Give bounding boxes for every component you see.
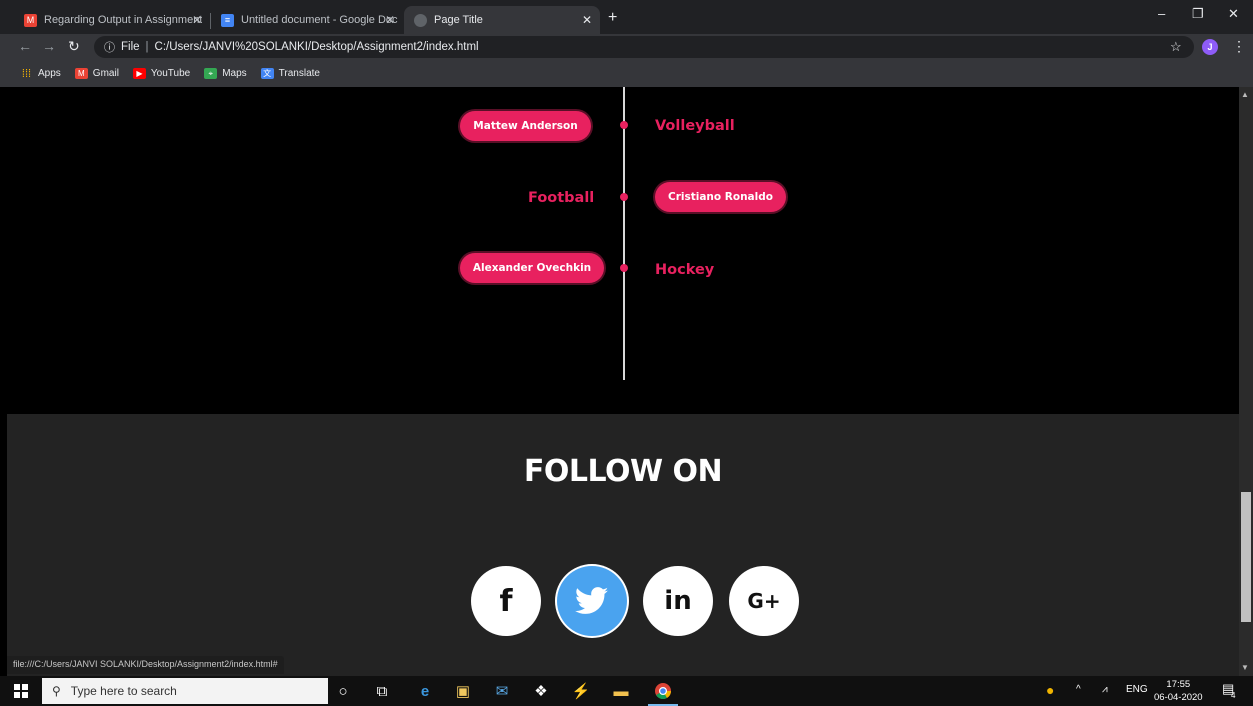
help-icon[interactable]: ● bbox=[1046, 682, 1054, 698]
timeline-axis bbox=[623, 87, 625, 380]
gmail-icon: M bbox=[74, 68, 88, 79]
facebook-icon[interactable]: f bbox=[471, 566, 541, 636]
bookmark-label: Gmail bbox=[92, 68, 119, 79]
tab-title: Regarding Output in Assignment bbox=[44, 14, 203, 26]
taskbar-search-box[interactable]: ⚲ Type here to search bbox=[42, 678, 328, 704]
bookmark-maps[interactable]: ⌖ Maps bbox=[204, 68, 247, 79]
scheme-label: File bbox=[121, 41, 140, 53]
file-explorer-icon[interactable]: ▬ bbox=[610, 681, 632, 701]
menu-kebab-icon[interactable]: ⋮ bbox=[1232, 38, 1246, 55]
close-tab-icon[interactable]: ✕ bbox=[582, 13, 592, 27]
bookmark-label: YouTube bbox=[150, 68, 191, 79]
dropbox-icon[interactable]: ❖ bbox=[530, 681, 552, 701]
bookmark-apps[interactable]: ⁞⁞⁞ Apps bbox=[20, 67, 61, 80]
clock-date: 06-04-2020 bbox=[1154, 692, 1203, 703]
bookmark-label: Translate bbox=[278, 68, 320, 79]
back-arrow-icon[interactable]: ← bbox=[18, 38, 32, 54]
scroll-down-arrow-icon[interactable]: ▼ bbox=[1241, 663, 1249, 672]
gmail-icon: M bbox=[24, 13, 37, 27]
status-bar: file:///C:/Users/JANVI SOLANKI/Desktop/A… bbox=[7, 656, 284, 674]
bookmarks-bar: ⁞⁞⁞ Apps M Gmail ▶ YouTube ⌖ Maps 文 Tran… bbox=[0, 60, 1253, 87]
mail-icon[interactable]: ✉ bbox=[491, 681, 513, 701]
close-tab-icon[interactable]: ✕ bbox=[385, 13, 395, 27]
chrome-icon[interactable] bbox=[648, 681, 678, 706]
address-bar[interactable]: ⓘ File | C:/Users/JANVI%20SOLANKI/Deskto… bbox=[94, 36, 1194, 58]
twitter-bird-icon bbox=[575, 587, 609, 614]
apps-grid-icon: ⁞⁞⁞ bbox=[21, 67, 32, 80]
scrollbar-thumb[interactable] bbox=[1241, 492, 1251, 622]
minimize-button[interactable]: – bbox=[1158, 6, 1165, 21]
timeline-section: Mattew Anderson Volleyball Football Cris… bbox=[7, 87, 1239, 414]
timeline-sport-label: Hockey bbox=[655, 262, 715, 278]
scroll-up-arrow-icon[interactable]: ▲ bbox=[1241, 90, 1249, 99]
power-automate-icon[interactable]: ⚡ bbox=[570, 681, 592, 701]
page-viewport: Mattew Anderson Volleyball Football Cris… bbox=[7, 87, 1239, 676]
tab-title: Page Title bbox=[434, 14, 483, 26]
timeline-dot bbox=[620, 264, 628, 272]
show-hidden-icons-icon[interactable]: ^ bbox=[1076, 684, 1081, 695]
linkedin-icon[interactable]: in bbox=[643, 566, 713, 636]
timeline-sport-label: Football bbox=[528, 190, 595, 206]
google-plus-icon[interactable]: G+ bbox=[729, 566, 799, 636]
timeline-player-pill[interactable]: Cristiano Ronaldo bbox=[655, 182, 786, 212]
taskbar-clock[interactable]: 17:55 06-04-2020 bbox=[1154, 678, 1203, 704]
close-tab-icon[interactable]: ✕ bbox=[192, 13, 202, 27]
timeline-player-pill[interactable]: Mattew Anderson bbox=[460, 111, 591, 141]
notification-count: 4 bbox=[1231, 691, 1236, 700]
network-icon[interactable]: ⩘ bbox=[1102, 684, 1108, 695]
timeline-sport-label: Volleyball bbox=[655, 118, 735, 134]
timeline-player-pill[interactable]: Alexander Ovechkin bbox=[460, 253, 604, 283]
bookmark-label: Maps bbox=[222, 68, 247, 79]
windows-start-icon[interactable] bbox=[14, 684, 28, 698]
bookmark-gmail[interactable]: M Gmail bbox=[74, 68, 119, 79]
url-text: C:/Users/JANVI%20SOLANKI/Desktop/Assignm… bbox=[154, 41, 479, 53]
timeline-dot bbox=[620, 121, 628, 129]
profile-avatar[interactable]: J bbox=[1202, 39, 1218, 55]
language-indicator[interactable]: ENG bbox=[1126, 684, 1148, 695]
tab-page-title[interactable]: Page Title ✕ bbox=[404, 6, 600, 34]
bookmark-star-icon[interactable]: ☆ bbox=[1170, 39, 1182, 55]
address-separator: | bbox=[145, 41, 149, 53]
tab-strip: M Regarding Output in Assignment ✕ ≡ Unt… bbox=[0, 0, 1253, 34]
bookmark-translate[interactable]: 文 Translate bbox=[260, 68, 320, 79]
follow-section: FOLLOW ON f in G+ bbox=[7, 414, 1239, 676]
search-placeholder: Type here to search bbox=[70, 684, 177, 698]
search-icon: ⚲ bbox=[52, 684, 61, 698]
forward-arrow-icon[interactable]: → bbox=[42, 38, 56, 54]
new-tab-button[interactable]: + bbox=[608, 9, 617, 27]
browser-toolbar: ← → ↻ ⓘ File | C:/Users/JANVI%20SOLANKI/… bbox=[0, 34, 1253, 60]
maximize-button[interactable]: ❐ bbox=[1192, 6, 1204, 22]
maps-icon: ⌖ bbox=[204, 68, 218, 79]
chrome-logo-icon bbox=[655, 683, 671, 699]
info-icon[interactable]: ⓘ bbox=[104, 39, 115, 55]
tab-google-docs[interactable]: ≡ Untitled document - Google Doc ✕ bbox=[211, 6, 403, 34]
youtube-icon: ▶ bbox=[132, 68, 146, 79]
reload-icon[interactable]: ↻ bbox=[68, 38, 80, 55]
store-icon[interactable]: ▣ bbox=[452, 681, 474, 701]
windows-taskbar: ⚲ Type here to search ○ ⧉ e ▣ ✉ ❖ ⚡ ▬ ● … bbox=[0, 676, 1253, 706]
edge-icon[interactable]: e bbox=[414, 681, 436, 701]
twitter-icon[interactable] bbox=[557, 566, 627, 636]
timeline-dot bbox=[620, 193, 628, 201]
translate-icon: 文 bbox=[260, 68, 274, 79]
follow-title: FOLLOW ON bbox=[523, 454, 723, 489]
bookmark-youtube[interactable]: ▶ YouTube bbox=[132, 68, 191, 79]
globe-icon bbox=[414, 13, 427, 27]
clock-time: 17:55 bbox=[1166, 679, 1191, 690]
tab-title: Untitled document - Google Doc bbox=[241, 14, 398, 26]
task-view-icon[interactable]: ⧉ bbox=[371, 681, 393, 701]
docs-icon: ≡ bbox=[221, 13, 234, 27]
tab-gmail[interactable]: M Regarding Output in Assignment ✕ bbox=[14, 6, 210, 34]
close-window-button[interactable]: ✕ bbox=[1228, 6, 1239, 22]
bookmark-label: Apps bbox=[38, 68, 61, 79]
cortana-icon[interactable]: ○ bbox=[332, 681, 354, 701]
